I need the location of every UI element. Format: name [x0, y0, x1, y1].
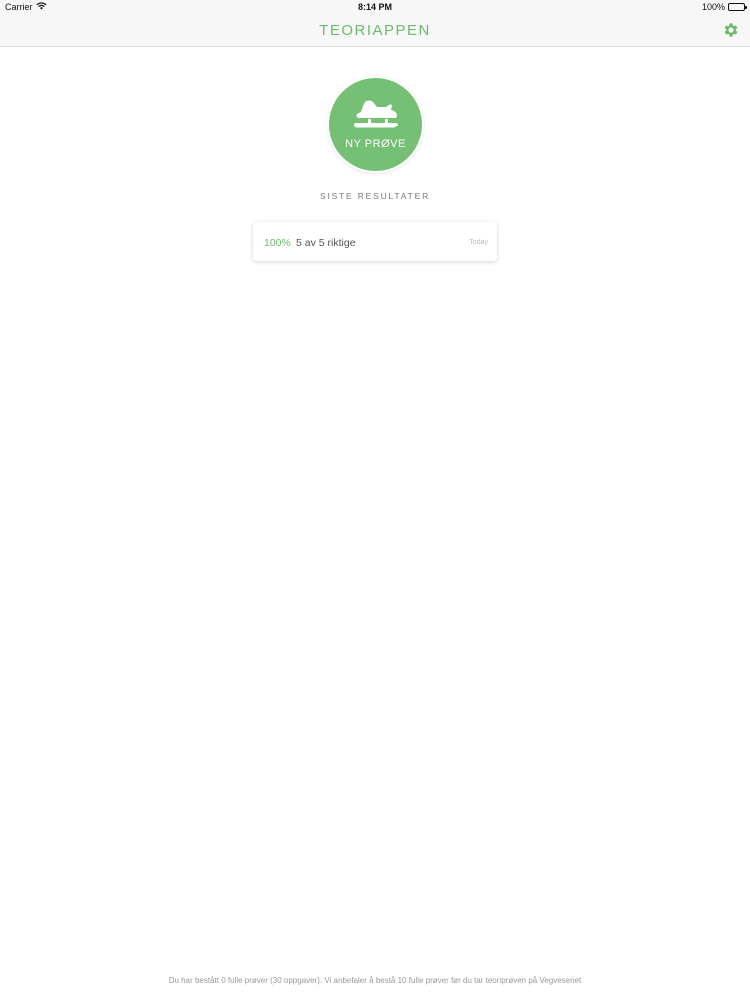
footer-note: Du har bestått 0 fulle prøver (30 oppgav…: [168, 976, 582, 985]
status-time: 8:14 PM: [357, 2, 392, 12]
app-title: TEORIAPPEN: [319, 22, 431, 39]
new-test-label: NY PRØVE: [345, 138, 406, 150]
settings-button[interactable]: [722, 21, 740, 39]
battery-percent: 100%: [701, 2, 725, 12]
recent-results-title: SISTE RESULTATER: [319, 191, 431, 201]
result-score-text: 5 av 5 riktige: [296, 237, 356, 249]
status-right: 100%: [701, 2, 747, 12]
status-bar: Carrier 8:14 PM 100%: [0, 0, 750, 14]
result-date: Today: [469, 239, 488, 246]
battery-icon: [728, 3, 747, 11]
result-item[interactable]: 100% 5 av 5 riktige Today: [253, 222, 497, 261]
navigation-bar: TEORIAPPEN: [0, 14, 750, 47]
new-test-button[interactable]: NY PRØVE: [329, 78, 422, 171]
result-percent: 100%: [264, 237, 291, 249]
gear-icon: [724, 23, 738, 37]
snowmobile-icon: [353, 100, 399, 128]
